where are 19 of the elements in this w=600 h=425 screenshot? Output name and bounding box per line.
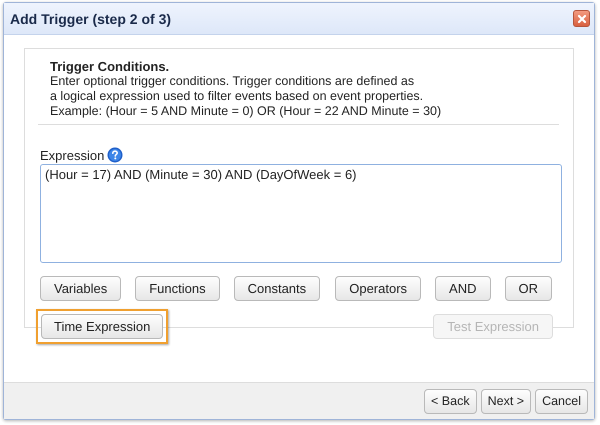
- insert-button[interactable]: Functions: [135, 276, 220, 301]
- field-label: Expression: [40, 148, 104, 162]
- footer-button[interactable]: Cancel: [535, 388, 588, 414]
- description-text: Enter optional trigger conditions. Trigger conditions are defined as: [50, 74, 416, 89]
- section-heading: Trigger Conditions.: [50, 59, 170, 74]
- footer-button[interactable]: Next >: [480, 388, 532, 414]
- insert-button[interactable]: AND: [435, 276, 490, 301]
- footer-button[interactable]: < Back: [424, 388, 477, 414]
- description-text: Example: (Hour = 5 AND Minute = 0) OR (Hour = 22 AND Minute = 30): [50, 104, 442, 119]
- window-title: Add Trigger (step 2 of 3): [10, 10, 172, 26]
- help-icon[interactable]: [107, 147, 124, 163]
- insert-button[interactable]: Operators: [335, 276, 422, 301]
- insert-button[interactable]: Constants: [234, 276, 320, 301]
- close-icon[interactable]: [573, 10, 590, 27]
- description-text: a logical expression used to filter events based on event properties.: [50, 89, 424, 104]
- insert-button[interactable]: Variables: [40, 276, 122, 301]
- insert-button[interactable]: OR: [504, 276, 552, 301]
- expression-field[interactable]: (Hour = 17) AND (Minute = 30) AND (DayOfWeek = 6): [40, 164, 562, 263]
- time-expression-button[interactable]: Time Expression: [41, 314, 164, 339]
